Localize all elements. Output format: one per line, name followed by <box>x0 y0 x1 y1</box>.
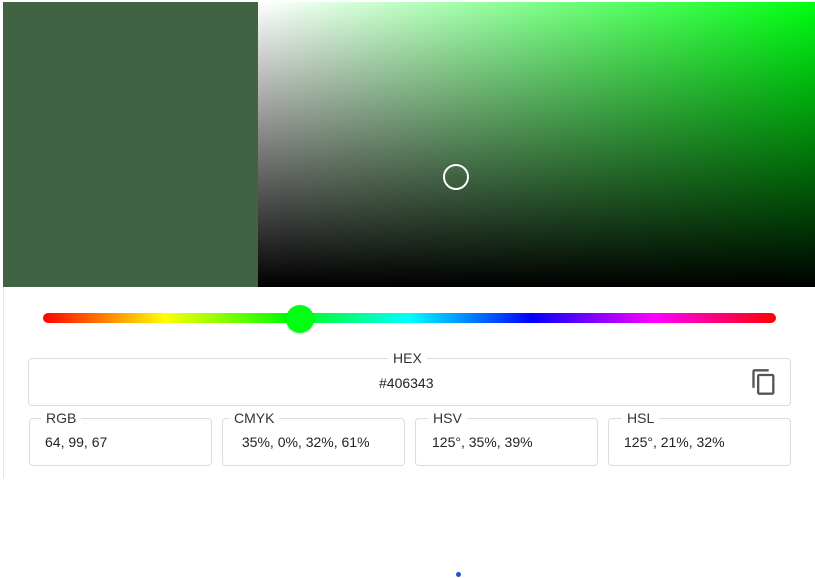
hex-label: HEX <box>388 350 427 366</box>
rgb-label: RGB <box>41 410 82 426</box>
hsv-label: HSV <box>428 410 467 426</box>
hsv-value[interactable]: 125°, 35%, 39% <box>432 434 533 450</box>
hsl-value[interactable]: 125°, 21%, 32% <box>624 434 725 450</box>
hue-slider-track[interactable] <box>43 313 776 323</box>
saturation-value-area[interactable] <box>258 2 815 287</box>
hex-field[interactable]: HEX #406343 <box>28 350 791 406</box>
hsv-field[interactable]: HSV 125°, 35%, 39% <box>415 410 598 466</box>
color-preview-swatch <box>3 2 258 287</box>
cmyk-field[interactable]: CMYK 35%, 0%, 32%, 61% <box>222 410 405 466</box>
page-indicator-dot <box>456 572 461 577</box>
hue-slider-thumb[interactable] <box>286 305 314 333</box>
copy-icon-glyph <box>752 369 775 395</box>
hex-value[interactable]: #406343 <box>379 375 434 391</box>
cmyk-label: CMYK <box>229 410 280 426</box>
rgb-field[interactable]: RGB 64, 99, 67 <box>29 410 212 466</box>
rgb-value[interactable]: 64, 99, 67 <box>45 434 107 450</box>
hsl-field[interactable]: HSL 125°, 21%, 32% <box>608 410 791 466</box>
hsl-label: HSL <box>622 410 660 426</box>
panel-edge <box>3 287 4 478</box>
copy-icon[interactable] <box>750 368 778 396</box>
saturation-value-cursor[interactable] <box>443 164 469 190</box>
cmyk-value[interactable]: 35%, 0%, 32%, 61% <box>238 434 370 450</box>
